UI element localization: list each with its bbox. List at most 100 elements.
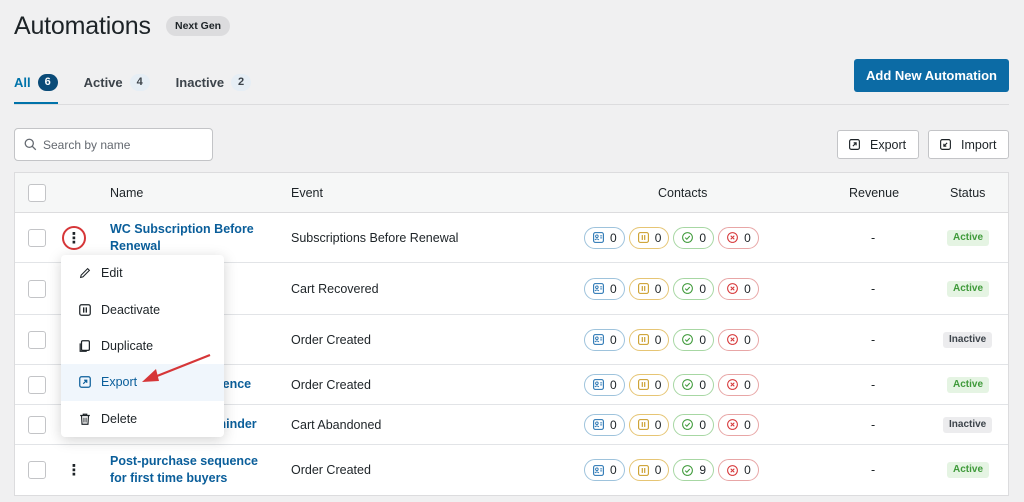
contacts-cell: 0 0 0 0 — [584, 315, 763, 364]
import-icon — [940, 139, 951, 150]
row-checkbox[interactable] — [28, 375, 46, 394]
status-badge: Inactive — [943, 416, 993, 433]
row-actions-kebab[interactable]: ⋮ — [62, 225, 86, 250]
revenue-cell: - — [871, 377, 876, 392]
contacts-total-icon — [593, 334, 604, 345]
contact-stat-value: 0 — [610, 230, 617, 245]
menu-item-label: Delete — [101, 411, 138, 426]
automation-name-link[interactable]: Post-purchase sequence for first time bu… — [110, 453, 270, 487]
contact-stat-value: 0 — [744, 417, 751, 432]
import-button[interactable]: Import — [928, 130, 1009, 159]
contact-stat-chip[interactable]: 0 — [628, 459, 670, 481]
contact-stat-chip[interactable]: 0 — [718, 413, 759, 436]
contacts-cell: 0 0 0 0 — [584, 263, 763, 314]
annotation-arrow — [142, 353, 211, 382]
tab-inactive[interactable]: Inactive 2 — [176, 70, 252, 104]
contacts-failed-icon — [727, 464, 738, 476]
row-actions-kebab[interactable]: ⋮ — [62, 458, 86, 482]
contact-stat-chip[interactable]: 0 — [673, 226, 715, 249]
contact-stat-value: 0 — [699, 377, 707, 392]
contact-stat-value: 0 — [610, 463, 617, 477]
contacts-completed-icon — [682, 334, 694, 345]
search-icon — [24, 138, 37, 151]
contacts-failed-icon — [727, 283, 738, 294]
pause-icon — [79, 303, 91, 316]
export-label: Export — [870, 137, 907, 152]
add-new-automation-button[interactable]: Add New Automation — [854, 59, 1009, 92]
contact-stat-chip[interactable]: 0 — [718, 373, 759, 396]
contact-stat-chip[interactable]: 0 — [718, 328, 759, 351]
contact-stat-chip[interactable]: 0 — [673, 373, 715, 396]
row-checkbox[interactable] — [28, 279, 46, 298]
contact-stat-chip[interactable]: 0 — [584, 277, 625, 300]
contact-stat-value: 0 — [610, 281, 617, 296]
contacts-completed-icon — [682, 379, 694, 390]
contact-stat-value: 0 — [654, 417, 662, 432]
contact-stat-value: 0 — [610, 377, 617, 392]
row-checkbox[interactable] — [28, 461, 46, 479]
menu-item-label: Deactivate — [101, 302, 161, 317]
contact-stat-value: 0 — [654, 377, 662, 392]
contacts-cell: 0 0 0 0 — [584, 405, 763, 444]
trash-icon — [80, 413, 90, 425]
contacts-cell: 0 0 0 0 — [584, 213, 763, 262]
contact-stat-chip[interactable]: 0 — [673, 328, 715, 351]
contact-stat-value: 0 — [699, 332, 707, 347]
menu-item-edit[interactable]: Edit — [61, 255, 224, 291]
contacts-paused-icon — [637, 379, 649, 390]
export-icon — [849, 139, 860, 150]
column-contacts: Contacts — [658, 185, 708, 200]
revenue-cell: - — [871, 417, 876, 432]
contact-stat-chip[interactable]: 0 — [673, 413, 715, 436]
column-status: Status — [950, 185, 986, 200]
contact-stat-value: 0 — [654, 463, 662, 477]
menu-item-delete[interactable]: Delete — [61, 401, 224, 437]
status-badge: Active — [947, 229, 990, 246]
row-checkbox[interactable] — [28, 330, 46, 349]
contact-stat-value: 0 — [610, 332, 617, 347]
contacts-total-icon — [593, 379, 604, 390]
contact-stat-value: 0 — [699, 281, 707, 296]
contact-stat-chip[interactable]: 9 — [673, 459, 715, 481]
select-all-checkbox[interactable] — [28, 183, 46, 202]
contact-stat-chip[interactable]: 0 — [718, 459, 759, 481]
tab-active[interactable]: Active 4 — [84, 70, 150, 104]
menu-item-label: Duplicate — [101, 338, 154, 353]
pencil-icon — [79, 268, 91, 279]
menu-item-deactivate[interactable]: Deactivate — [61, 291, 224, 327]
contact-stat-chip[interactable]: 0 — [584, 328, 625, 351]
contact-stat-chip[interactable]: 0 — [584, 413, 625, 436]
contact-stat-chip[interactable]: 0 — [628, 413, 670, 436]
revenue-cell: - — [871, 463, 876, 477]
status-badge: Active — [947, 462, 990, 478]
status-badge: Active — [947, 280, 990, 297]
contact-stat-value: 9 — [699, 463, 707, 477]
search-box — [14, 128, 213, 161]
revenue-cell: - — [871, 332, 876, 347]
search-input[interactable] — [43, 137, 203, 152]
contact-stat-value: 0 — [744, 281, 751, 296]
contact-stat-chip[interactable]: 0 — [628, 373, 670, 396]
contact-stat-chip[interactable]: 0 — [673, 277, 715, 300]
contact-stat-chip[interactable]: 0 — [628, 328, 670, 351]
contact-stat-chip[interactable]: 0 — [718, 277, 759, 300]
contact-stat-value: 0 — [699, 230, 707, 245]
contact-stat-chip[interactable]: 0 — [584, 226, 625, 249]
tab-label: All — [14, 75, 31, 90]
automation-name-link[interactable]: WC Subscription Before Renewal — [110, 221, 270, 255]
row-checkbox[interactable] — [28, 228, 46, 247]
column-name: Name — [110, 185, 144, 200]
row-checkbox[interactable] — [28, 415, 46, 434]
contact-stat-chip[interactable]: 0 — [628, 277, 670, 300]
tab-all[interactable]: All 6 — [14, 70, 58, 104]
contact-stat-chip[interactable]: 0 — [584, 459, 625, 481]
tab-count: 2 — [231, 74, 252, 91]
contact-stat-chip[interactable]: 0 — [718, 226, 759, 249]
contacts-paused-icon — [637, 419, 649, 430]
contact-stat-chip[interactable]: 0 — [584, 373, 625, 396]
row-actions-menu: Edit Deactivate Duplicate Export Delete — [61, 255, 224, 437]
contact-stat-value: 0 — [744, 230, 751, 245]
contact-stat-chip[interactable]: 0 — [628, 226, 670, 249]
export-button[interactable]: Export — [837, 130, 919, 159]
contacts-total-icon — [593, 464, 604, 476]
